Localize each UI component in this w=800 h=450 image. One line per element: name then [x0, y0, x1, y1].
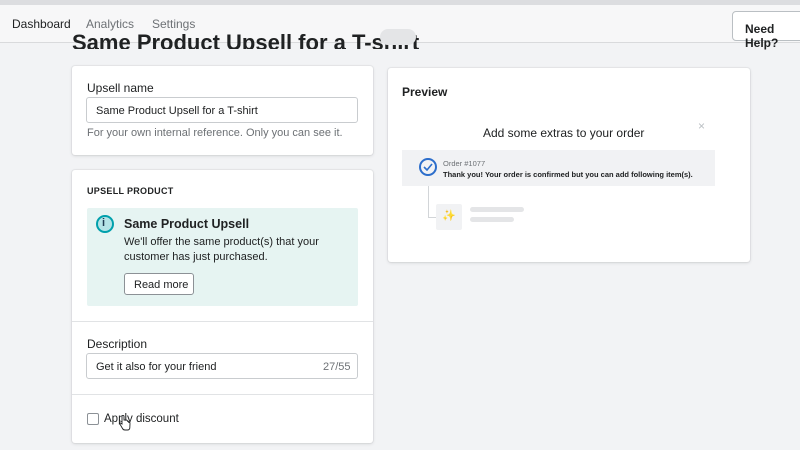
preview-card: Preview Add some extras to your order × …	[388, 68, 750, 262]
status-badge	[380, 29, 416, 45]
tree-connector	[428, 217, 436, 218]
tree-connector	[428, 186, 429, 218]
hand-cursor-icon	[119, 415, 131, 431]
upsell-product-card: UPSELL PRODUCT i Same Product Upsell We'…	[72, 170, 373, 443]
upsell-name-label: Upsell name	[87, 81, 154, 95]
order-number: Order #1077	[443, 159, 486, 168]
product-thumbnail: ✨	[436, 204, 462, 230]
order-message: Thank you! Your order is confirmed but y…	[443, 170, 693, 179]
upsell-name-card: Upsell name Same Product Upsell for a T-…	[72, 66, 373, 155]
apply-discount-label[interactable]: Apply discount	[104, 413, 179, 425]
read-more-button[interactable]: Read more	[124, 273, 194, 295]
banner-title: Same Product Upsell	[124, 217, 250, 231]
divider	[72, 394, 373, 395]
nav-dashboard[interactable]: Dashboard	[12, 17, 71, 31]
upsell-product-heading: UPSELL PRODUCT	[87, 186, 174, 196]
upsell-name-help: For your own internal reference. Only yo…	[87, 127, 343, 139]
need-help-button[interactable]: Need Help?	[732, 11, 800, 50]
skeleton-line	[470, 207, 524, 212]
character-counter: 27/55	[323, 361, 351, 373]
description-input[interactable]: Get it also for your friend	[86, 353, 358, 379]
skeleton-line	[470, 217, 514, 222]
preview-title: Preview	[402, 85, 448, 99]
info-banner: i Same Product Upsell We'll offer the sa…	[87, 208, 358, 306]
page-title: Same Product Upsell for a T-shirt	[72, 30, 420, 49]
check-circle-icon	[419, 158, 437, 176]
description-label: Description	[87, 337, 148, 351]
close-icon[interactable]: ×	[698, 119, 705, 133]
magic-wand-icon: ✨	[442, 210, 456, 222]
preview-heading: Add some extras to your order	[483, 126, 645, 140]
apply-discount-checkbox[interactable]	[87, 413, 99, 425]
info-icon: i	[96, 215, 114, 233]
divider	[72, 321, 373, 322]
banner-body: We'll offer the same product(s) that you…	[124, 236, 319, 263]
page-title-area: Same Product Upsell for a T-shirt	[72, 27, 432, 49]
upsell-name-input[interactable]: Same Product Upsell for a T-shirt	[86, 97, 358, 123]
order-confirmation-strip: Order #1077 Thank you! Your order is con…	[402, 150, 715, 186]
